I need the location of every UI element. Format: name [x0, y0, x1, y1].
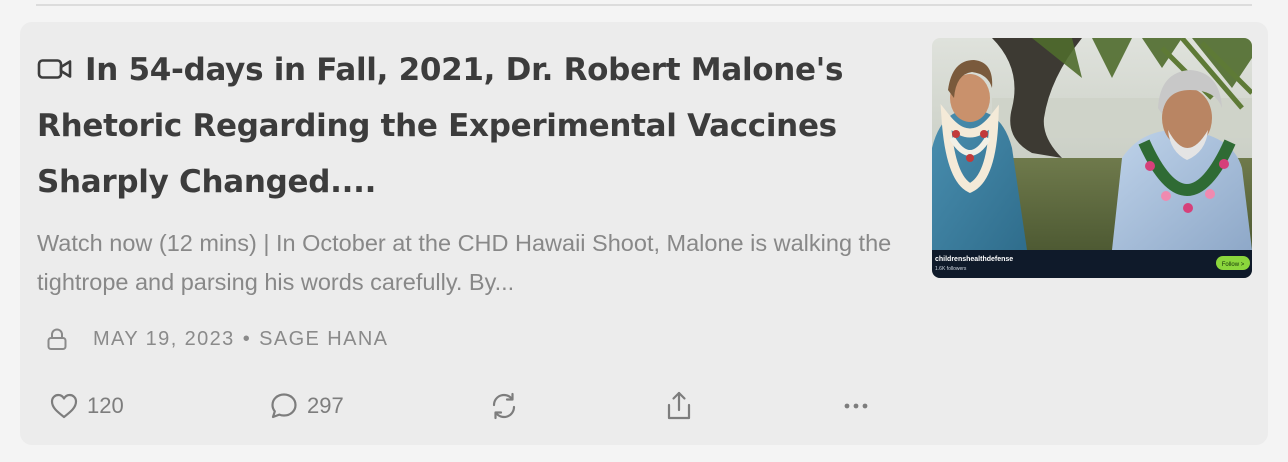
post-thumbnail[interactable]: childrenshealthdefense 1.6K followers Fo…	[932, 38, 1252, 278]
post-meta: MAY 19, 2023 • SAGE HANA	[46, 325, 388, 353]
like-count: 120	[87, 393, 124, 418]
channel-name: childrenshealthdefense	[935, 256, 1013, 263]
post-title-block[interactable]: In 54-days in Fall, 2021, Dr. Robert Mal…	[37, 42, 897, 210]
restack-arrows-icon	[492, 392, 516, 420]
post-author[interactable]: SAGE HANA	[259, 328, 388, 351]
channel-followers: 1.6K followers	[935, 266, 967, 272]
more-dots-icon	[844, 403, 868, 409]
post-title[interactable]: In 54-days in Fall, 2021, Dr. Robert Mal…	[37, 52, 843, 200]
video-camera-icon	[37, 59, 72, 79]
share-icon	[667, 391, 691, 420]
lock-icon	[47, 328, 67, 350]
comment-bubble-icon	[271, 393, 297, 419]
meta-separator: •	[242, 327, 252, 350]
post-card[interactable]: In 54-days in Fall, 2021, Dr. Robert Mal…	[20, 22, 1268, 445]
heart-icon	[50, 393, 78, 419]
top-divider	[36, 4, 1252, 6]
post-subtitle: Watch now (12 mins) | In October at the …	[37, 230, 892, 295]
comment-button[interactable]: 297	[269, 388, 344, 424]
like-button[interactable]: 120	[49, 388, 124, 424]
more-options-button[interactable]	[842, 388, 870, 424]
post-date: MAY 19, 2023	[93, 327, 235, 350]
video-thumbnail-image: childrenshealthdefense 1.6K followers Fo…	[932, 38, 1252, 278]
restack-button[interactable]	[489, 388, 519, 424]
comment-count: 297	[307, 393, 344, 418]
follow-button-label[interactable]: Follow >	[1222, 262, 1245, 268]
share-button[interactable]	[664, 388, 694, 424]
